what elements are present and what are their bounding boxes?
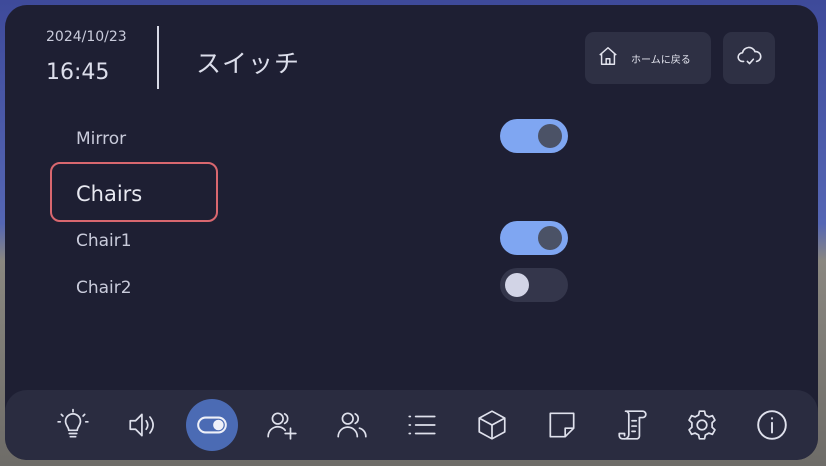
- switch-label-chair1: Chair1: [76, 231, 132, 251]
- home-icon: [597, 45, 619, 71]
- toggle-mirror[interactable]: [500, 119, 568, 153]
- speaker-icon[interactable]: [117, 399, 169, 451]
- toggle-icon[interactable]: [186, 399, 238, 451]
- cloud-check-icon: [736, 43, 762, 73]
- switch-label-mirror: Mirror: [76, 129, 127, 149]
- bottom-navbar: [5, 390, 818, 460]
- date-display: 2024/10/23: [46, 29, 127, 45]
- users-icon[interactable]: [326, 399, 378, 451]
- cloud-sync-button[interactable]: [723, 32, 775, 84]
- section-header-chairs: Chairs: [50, 162, 218, 222]
- toggle-knob: [538, 226, 562, 250]
- info-icon[interactable]: [746, 399, 798, 451]
- switch-label-chair2: Chair2: [76, 278, 132, 298]
- switch-panel: 2024/10/23 16:45 スイッチ ホームに戻る Mirror Chai…: [5, 5, 818, 460]
- toggle-knob: [505, 273, 529, 297]
- toggle-chair2[interactable]: [500, 268, 568, 302]
- time-display: 16:45: [46, 60, 110, 85]
- cube-icon[interactable]: [466, 399, 518, 451]
- add-user-icon[interactable]: [256, 399, 308, 451]
- list-icon[interactable]: [396, 399, 448, 451]
- page-title: スイッチ: [196, 49, 301, 78]
- toggle-chair1[interactable]: [500, 221, 568, 255]
- toggle-knob: [538, 124, 562, 148]
- section-header-label: Chairs: [76, 182, 143, 206]
- home-button[interactable]: ホームに戻る: [585, 32, 711, 84]
- lightbulb-icon[interactable]: [47, 399, 99, 451]
- header-divider: [157, 26, 159, 89]
- home-button-label: ホームに戻る: [631, 54, 691, 66]
- note-icon[interactable]: [536, 399, 588, 451]
- scroll-icon[interactable]: [606, 399, 658, 451]
- settings-icon[interactable]: [676, 399, 728, 451]
